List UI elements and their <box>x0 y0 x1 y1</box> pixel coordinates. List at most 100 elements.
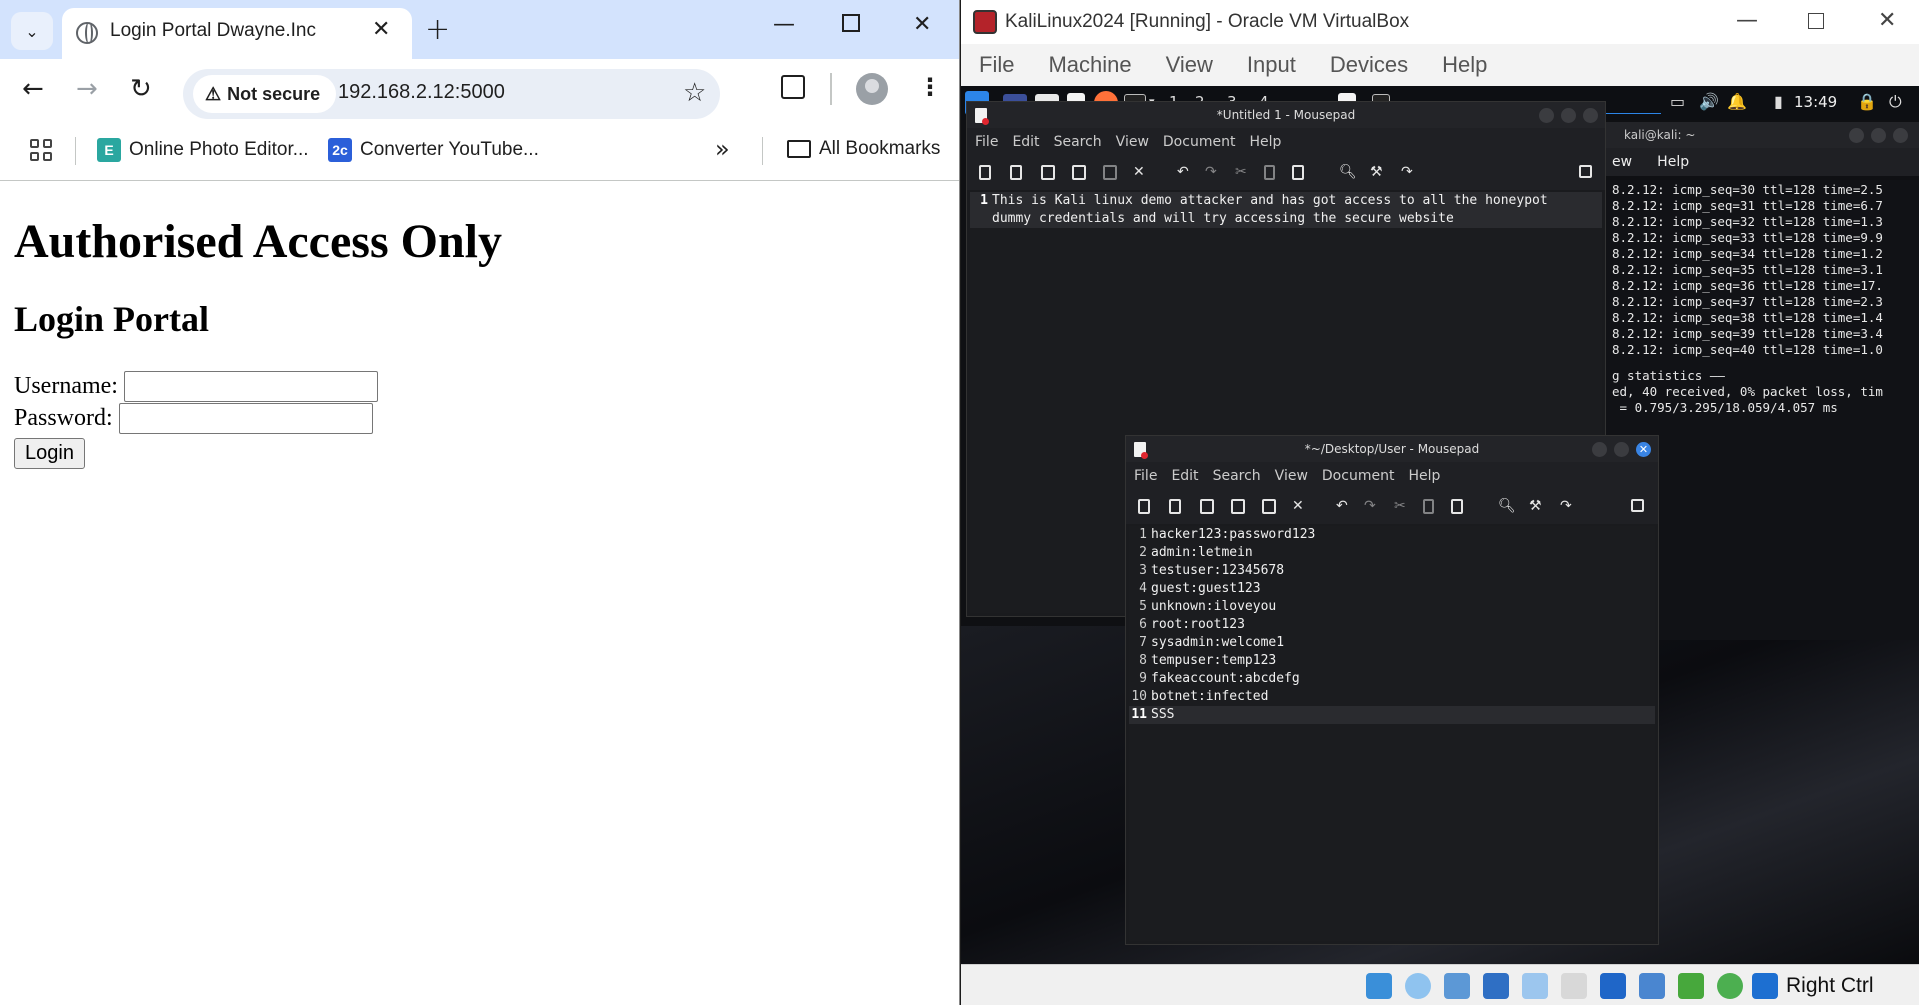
battery-icon[interactable]: ▮ <box>1774 92 1783 111</box>
bookmark-online-photo-editor[interactable]: E Online Photo Editor... <box>97 138 309 162</box>
fullscreen-icon[interactable] <box>1579 165 1592 178</box>
search-icon[interactable]: 🔍︎ <box>1339 165 1357 180</box>
hard-disk-icon[interactable] <box>1366 973 1392 999</box>
mouse-integration-icon[interactable] <box>1752 973 1778 999</box>
guest-additions-icon[interactable] <box>1717 973 1743 999</box>
display-icon[interactable]: ▭ <box>1670 92 1685 111</box>
minimize-icon[interactable] <box>1539 108 1554 123</box>
close-window-icon[interactable]: ✕ <box>913 12 931 37</box>
close-document-icon[interactable]: ✕ <box>1133 165 1147 180</box>
new-window-icon[interactable] <box>1169 499 1181 514</box>
maximize-icon[interactable] <box>1614 442 1629 457</box>
security-chip[interactable]: ⚠ Not secure <box>193 75 337 113</box>
audio-icon[interactable] <box>1444 973 1470 999</box>
bookmark-star-icon[interactable]: ☆ <box>683 78 706 108</box>
menu-document[interactable]: Document <box>1322 462 1395 490</box>
menu-help[interactable]: Help <box>1408 462 1440 490</box>
minimize-icon[interactable]: — <box>773 12 795 37</box>
reload-icon[interactable] <box>1103 165 1117 180</box>
paste-icon[interactable] <box>1292 165 1304 180</box>
bookmark-converter-youtube[interactable]: 2c Converter YouTube... <box>328 138 539 162</box>
panel-clock[interactable]: 13:49 <box>1794 93 1837 111</box>
optical-drive-icon[interactable] <box>1405 973 1431 999</box>
menu-edit[interactable]: Edit <box>1171 462 1198 490</box>
copy-icon[interactable] <box>1264 165 1275 180</box>
active-tab[interactable]: Login Portal Dwayne.Inc ✕ <box>62 8 412 59</box>
new-window-icon[interactable] <box>1010 165 1022 180</box>
menu-file[interactable]: File <box>1134 462 1157 490</box>
recording-icon[interactable] <box>1639 973 1665 999</box>
address-bar[interactable]: ⚠ Not secure 192.168.2.12:5000 ☆ <box>183 69 720 119</box>
more-menu-icon[interactable]: ⋮ <box>918 73 942 101</box>
tab-search-button[interactable]: ⌄ <box>11 12 53 50</box>
notifications-icon[interactable]: 🔔 <box>1727 92 1747 111</box>
power-icon[interactable]: ⏻ <box>1889 92 1902 112</box>
close-window-icon[interactable]: ✕ <box>1878 8 1896 33</box>
menu-document[interactable]: Document <box>1163 128 1236 156</box>
cut-icon[interactable]: ✂ <box>1235 165 1249 180</box>
more-bookmarks-icon[interactable]: » <box>715 135 730 163</box>
new-tab-button[interactable]: + <box>425 12 450 47</box>
close-tab-icon[interactable]: ✕ <box>372 17 390 42</box>
find-replace-icon[interactable]: ⚒ <box>1370 165 1384 180</box>
extensions-icon[interactable] <box>781 75 805 99</box>
copy-icon[interactable] <box>1423 499 1434 514</box>
lock-icon[interactable]: 🔒 <box>1857 92 1877 111</box>
profile-avatar[interactable] <box>856 73 888 105</box>
terminal-menu-help[interactable]: Help <box>1657 154 1689 170</box>
menu-help[interactable]: Help <box>1442 44 1487 86</box>
fullscreen-icon[interactable] <box>1631 499 1644 512</box>
save-as-icon[interactable] <box>1072 165 1086 180</box>
username-input[interactable] <box>123 371 378 402</box>
find-replace-icon[interactable]: ⚒ <box>1529 499 1543 514</box>
cut-icon[interactable]: ✂ <box>1394 499 1408 514</box>
maximize-icon[interactable] <box>842 14 860 32</box>
terminal-menu-view[interactable]: ew <box>1612 154 1632 170</box>
apps-grid-icon[interactable] <box>30 139 52 161</box>
menu-view[interactable]: View <box>1275 462 1308 490</box>
redo-icon[interactable]: ↷ <box>1364 499 1378 514</box>
shared-folders-icon[interactable] <box>1561 973 1587 999</box>
login-button[interactable]: Login <box>14 438 85 469</box>
paste-icon[interactable] <box>1451 499 1463 514</box>
go-to-line-icon[interactable]: ↷ <box>1560 499 1574 514</box>
network-icon[interactable] <box>1483 973 1509 999</box>
all-bookmarks-button[interactable]: All Bookmarks <box>787 138 940 160</box>
reload-icon[interactable]: ↻ <box>130 74 152 104</box>
volume-icon[interactable]: 🔊 <box>1699 92 1719 111</box>
usb-icon[interactable] <box>1522 973 1548 999</box>
undo-icon[interactable]: ↶ <box>1177 165 1191 180</box>
maximize-icon[interactable] <box>1561 108 1576 123</box>
minimize-icon[interactable] <box>1849 128 1864 143</box>
save-icon[interactable] <box>1041 165 1055 180</box>
back-icon[interactable]: ← <box>22 74 44 104</box>
menu-search[interactable]: Search <box>1054 128 1102 156</box>
forward-icon[interactable]: → <box>76 74 98 104</box>
new-document-icon[interactable] <box>979 165 991 180</box>
go-to-line-icon[interactable]: ↷ <box>1401 165 1415 180</box>
vm-display[interactable]: ▾ 1 2 3 4 ▭ 🔊 🔔 ▮ 13:49 🔒 ⏻ kali@kali: ~… <box>961 86 1919 964</box>
mousepad-editor[interactable]: 1 hacker123:password123 2 admin:letmein 3 tes… <box>1129 526 1655 941</box>
menu-edit[interactable]: Edit <box>1012 128 1039 156</box>
menu-search[interactable]: Search <box>1213 462 1261 490</box>
password-input[interactable] <box>118 403 373 434</box>
search-icon[interactable]: 🔍︎ <box>1498 499 1516 514</box>
reload-icon[interactable] <box>1262 499 1276 514</box>
url-text[interactable]: 192.168.2.12:5000 <box>338 81 505 104</box>
close-icon[interactable] <box>1583 108 1598 123</box>
menu-help[interactable]: Help <box>1249 128 1281 156</box>
save-as-icon[interactable] <box>1231 499 1245 514</box>
menu-view[interactable]: View <box>1116 128 1149 156</box>
save-icon[interactable] <box>1200 499 1214 514</box>
maximize-icon[interactable] <box>1808 13 1824 29</box>
display-icon[interactable] <box>1600 973 1626 999</box>
maximize-icon[interactable] <box>1871 128 1886 143</box>
redo-icon[interactable]: ↷ <box>1205 165 1219 180</box>
menu-file[interactable]: File <box>975 128 998 156</box>
new-document-icon[interactable] <box>1138 499 1150 514</box>
menu-devices[interactable]: Devices <box>1330 44 1408 86</box>
undo-icon[interactable]: ↶ <box>1336 499 1350 514</box>
close-icon[interactable]: ✕ <box>1636 442 1651 457</box>
minimize-icon[interactable] <box>1592 442 1607 457</box>
cpu-icon[interactable] <box>1678 973 1704 999</box>
